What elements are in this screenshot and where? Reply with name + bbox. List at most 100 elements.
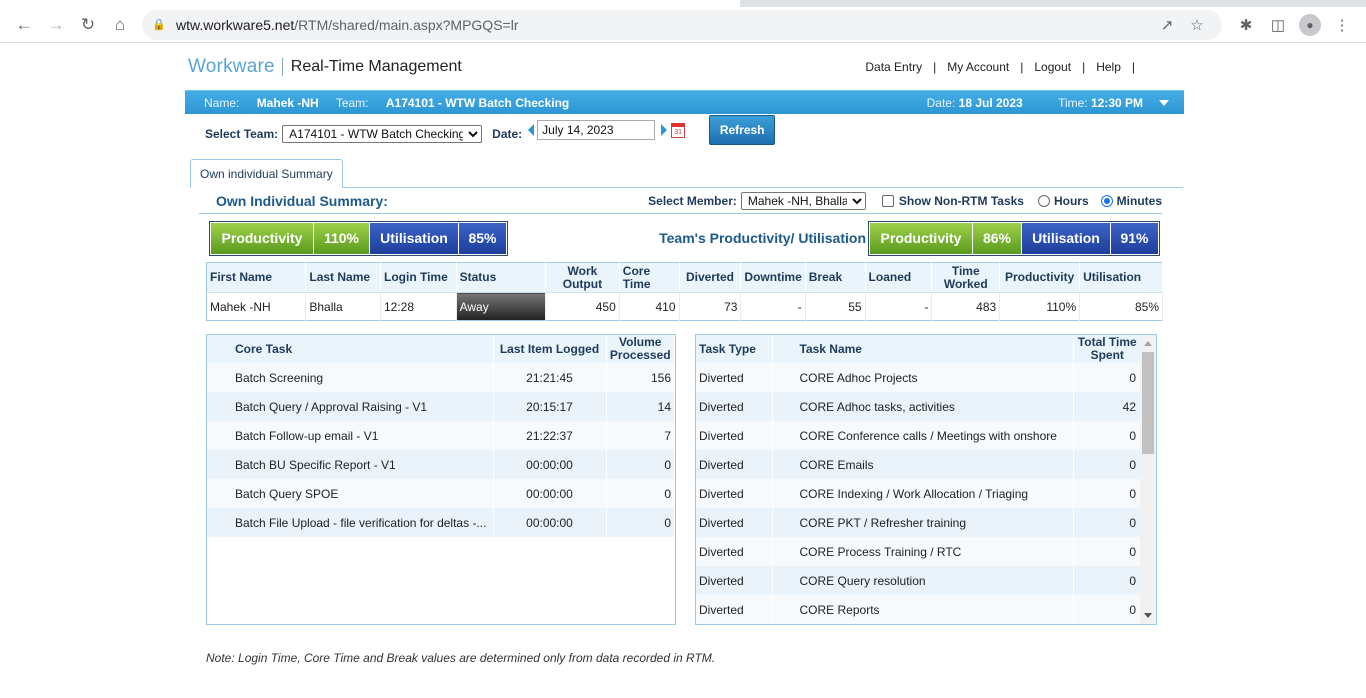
table-row[interactable]: Batch Query / Approval Raising - V1 20:15… [207,392,675,421]
table-row[interactable]: Batch Screening 21:21:45 156 [207,363,675,392]
table-row[interactable]: Batch Follow-up email - V1 21:22:37 7 [207,421,675,450]
team-select[interactable]: A174101 - WTW Batch Checking [282,125,483,143]
next-date-icon[interactable] [661,124,668,136]
forward-icon[interactable]: → [40,9,72,41]
share-icon[interactable]: ↗ [1152,16,1182,34]
cell-task-type: Diverted [696,479,773,508]
col-task-name[interactable]: Task Name [772,335,1074,363]
cell-task-type: Diverted [696,363,773,392]
cell-last-name: Bhalla [305,292,381,321]
cell-task-type: Diverted [696,421,773,450]
table-row[interactable]: Diverted CORE Reports 0 [696,595,1142,624]
minutes-label: Minutes [1116,193,1162,208]
col-last-name[interactable]: Last Name [305,262,381,293]
col-total-time-spent[interactable]: Total Time Spent [1073,335,1142,363]
active-tab[interactable] [0,0,740,7]
url-text[interactable]: wtw.workware5.net/RTM/shared/main.aspx?M… [176,17,1152,33]
table-row[interactable]: Diverted CORE Conference calls / Meetings… [696,421,1142,450]
col-diverted[interactable]: Diverted [679,262,742,293]
scroll-up-icon[interactable] [1144,341,1152,346]
cell-core-task: Batch Query SPOE [207,479,494,508]
cell-last-item-logged: 00:00:00 [493,450,607,479]
own-kpi-box: Productivity 110% Utilisation 85% [209,220,508,256]
nav-help[interactable]: Help [1096,60,1121,74]
col-volume-processed[interactable]: Volume Processed [606,335,675,363]
col-login-time[interactable]: Login Time [380,262,457,293]
extensions-icon[interactable]: ✱ [1230,9,1262,41]
scroll-thumb[interactable] [1142,352,1154,454]
col-downtime[interactable]: Downtime [740,262,806,293]
col-work-output[interactable]: Work Output [545,262,620,293]
tab-own-individual-summary[interactable]: Own individual Summary [190,159,343,188]
table-row[interactable]: Diverted CORE PKT / Refresher training 0 [696,508,1142,537]
prev-date-icon[interactable] [528,124,535,136]
nav-logout[interactable]: Logout [1034,60,1071,74]
back-icon[interactable]: ← [8,9,40,41]
cell-last-item-logged: 21:22:37 [493,421,607,450]
col-core-task[interactable]: Core Task [207,335,494,363]
col-break[interactable]: Break [805,262,866,293]
table-row[interactable]: Diverted CORE Indexing / Work Allocation … [696,479,1142,508]
minutes-radio[interactable] [1100,194,1113,207]
browser-tabstrip [0,0,1366,7]
cell-total-time-spent: 0 [1073,508,1142,537]
browser-toolbar: ← → ↻ ⌂ 🔒 wtw.workware5.net/RTM/shared/m… [0,7,1366,43]
calendar-icon[interactable]: 31 [671,122,686,138]
member-select[interactable]: Mahek -NH, Bhalla [740,191,866,210]
col-first-name[interactable]: First Name [206,262,307,293]
col-productivity[interactable]: Productivity [999,262,1081,293]
cell-work-output: 450 [545,292,620,321]
date-input[interactable]: July 14, 2023 [537,120,656,140]
col-time-worked[interactable]: Time Worked [931,262,1001,293]
sidepanel-icon[interactable]: ◫ [1262,9,1294,41]
cell-break: 55 [805,292,866,321]
reload-icon[interactable]: ↻ [72,9,104,41]
hours-radio[interactable] [1037,194,1050,207]
table-row[interactable]: Diverted CORE Process Training / RTC 0 [696,537,1142,566]
table-row[interactable]: Diverted CORE Adhoc Projects 0 [696,363,1142,392]
home-icon[interactable]: ⌂ [104,9,136,41]
caret-down-icon[interactable] [1159,100,1169,107]
col-loaned[interactable]: Loaned [865,262,933,293]
own-utilisation-value: 85% [458,222,506,254]
scroll-down-icon[interactable] [1144,613,1152,618]
refresh-button[interactable]: Refresh [709,115,776,145]
cell-task-name: CORE Emails [772,450,1074,479]
non-rtm-checkbox[interactable] [881,194,894,207]
kpi-row: Productivity 110% Utilisation 85% Team's… [209,214,1160,262]
col-task-type[interactable]: Task Type [696,335,773,363]
table-row[interactable]: Mahek -NH Bhalla 12:28 Away 450 410 73 -… [206,292,1163,321]
col-status[interactable]: Status [456,262,547,293]
cell-total-time-spent: 0 [1073,363,1142,392]
cell-downtime: - [740,292,806,321]
member-label: Select Member: [648,193,737,208]
col-utilisation[interactable]: Utilisation [1079,262,1163,293]
cell-total-time-spent: 0 [1073,537,1142,566]
table-row[interactable]: Batch BU Specific Report - V1 00:00:00 0 [207,450,675,479]
scrollbar[interactable] [1140,335,1156,624]
menu-icon[interactable]: ⋮ [1326,9,1358,41]
address-bar[interactable]: 🔒 wtw.workware5.net/RTM/shared/main.aspx… [142,9,1222,40]
table-row[interactable]: Diverted CORE Emails 0 [696,450,1142,479]
profile-icon[interactable]: ● [1294,9,1326,41]
own-utilisation-label: Utilisation [369,222,458,254]
top-nav: Data Entry | My Account | Logout | Help | [865,60,1135,74]
core-task-table: Core Task Last Item Logged Volume Proces… [207,335,675,537]
own-productivity-value: 110% [313,222,369,254]
table-row[interactable]: Diverted CORE Query resolution 0 [696,566,1142,595]
workware-logo: Workware [188,56,275,77]
nav-my-account[interactable]: My Account [947,60,1009,74]
cell-total-time-spent: 0 [1073,595,1142,624]
col-last-item-logged[interactable]: Last Item Logged [493,335,607,363]
table-row[interactable]: Batch Query SPOE 00:00:00 0 [207,479,675,508]
col-core-time[interactable]: Core Time [619,262,680,293]
cell-task-name: CORE Indexing / Work Allocation / Triagi… [772,479,1074,508]
star-icon[interactable]: ☆ [1182,16,1212,34]
cell-core-task: Batch Query / Approval Raising - V1 [207,392,494,421]
table-row[interactable]: Batch File Upload - file verification fo… [207,508,675,537]
table-row[interactable]: Diverted CORE Adhoc tasks, activities 42 [696,392,1142,421]
lock-icon[interactable]: 🔒 [152,18,170,31]
cell-core-task: Batch Follow-up email - V1 [207,421,494,450]
cell-first-name: Mahek -NH [206,292,307,321]
nav-data-entry[interactable]: Data Entry [865,60,922,74]
